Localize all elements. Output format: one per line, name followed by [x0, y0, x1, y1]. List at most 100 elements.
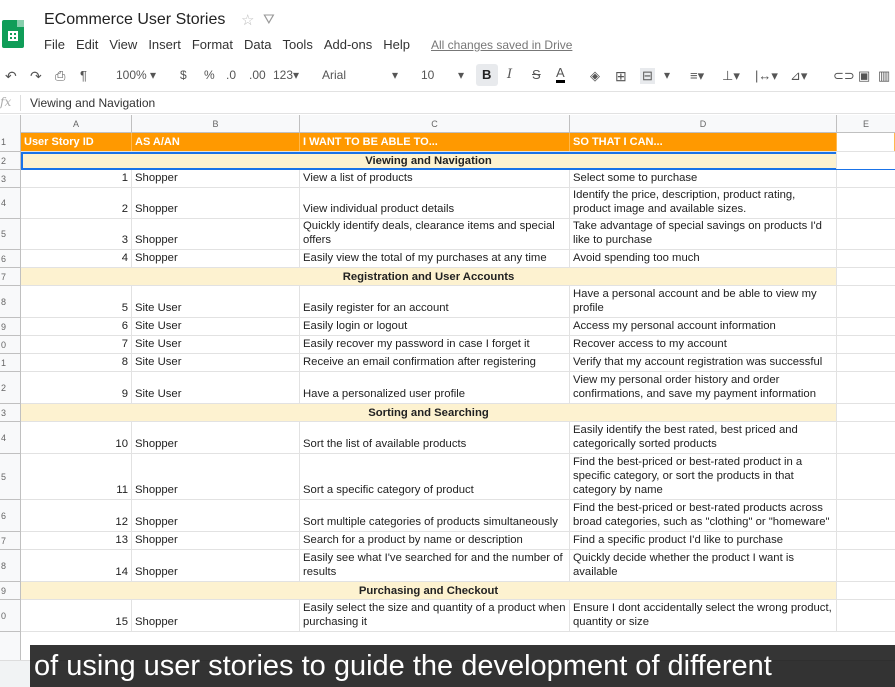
increase-decimal-button[interactable]: .00: [249, 68, 266, 82]
story-id-cell[interactable]: 14: [21, 550, 132, 581]
column-header-b[interactable]: B: [132, 115, 300, 133]
role-cell[interactable]: Shopper: [132, 250, 300, 267]
story-id-cell[interactable]: 9: [21, 372, 132, 403]
fill-color-icon[interactable]: ◈: [590, 68, 600, 84]
paint-format-icon[interactable]: ¶: [80, 68, 87, 83]
row-header[interactable]: 7: [0, 532, 21, 550]
want-cell[interactable]: Easily recover my password in case I for…: [300, 336, 570, 353]
text-rotation-icon[interactable]: ⊿▾: [790, 68, 807, 84]
decrease-decimal-button[interactable]: .0: [226, 68, 236, 82]
empty-cell[interactable]: [837, 550, 895, 581]
want-cell[interactable]: Receive an email confirmation after regi…: [300, 354, 570, 371]
row-header[interactable]: 6: [0, 500, 21, 532]
menu-help[interactable]: Help: [383, 37, 410, 52]
more-formats-select[interactable]: 123▾: [273, 68, 299, 82]
want-cell[interactable]: Quickly identify deals, clearance items …: [300, 219, 570, 249]
want-cell[interactable]: Have a personalized user profile: [300, 372, 570, 403]
role-cell[interactable]: Site User: [132, 354, 300, 371]
want-cell[interactable]: Search for a product by name or descript…: [300, 532, 570, 549]
story-id-cell[interactable]: 13: [21, 532, 132, 549]
story-id-cell[interactable]: 11: [21, 454, 132, 499]
want-cell[interactable]: Easily select the size and quantity of a…: [300, 600, 570, 631]
empty-cell[interactable]: [837, 188, 895, 218]
row-header[interactable]: 0: [0, 600, 21, 632]
chevron-down-icon[interactable]: ▾: [664, 68, 670, 82]
text-wrapping-icon[interactable]: |↔▾: [755, 68, 778, 84]
print-icon[interactable]: ⎙: [55, 68, 65, 84]
text-color-button[interactable]: A: [556, 66, 565, 83]
menu-view[interactable]: View: [109, 37, 137, 52]
percent-format-button[interactable]: %: [204, 68, 215, 82]
column-header-c[interactable]: C: [300, 115, 570, 133]
undo-icon[interactable]: ↶: [5, 68, 17, 85]
empty-cell[interactable]: [837, 133, 895, 151]
empty-cell[interactable]: [837, 219, 895, 249]
move-to-folder-icon[interactable]: ⛛: [263, 11, 275, 28]
empty-cell[interactable]: [837, 532, 895, 549]
benefit-cell[interactable]: Verify that my account registration was …: [570, 354, 837, 371]
merge-cells-icon[interactable]: ⊟: [640, 68, 655, 84]
row-header[interactable]: 3: [0, 170, 21, 188]
row-header[interactable]: 9: [0, 582, 21, 600]
want-cell[interactable]: Sort the list of available products: [300, 422, 570, 453]
row-header[interactable]: 4: [0, 422, 21, 454]
want-cell[interactable]: Easily see what I've searched for and th…: [300, 550, 570, 581]
benefit-cell[interactable]: Find the best-priced or best-rated produ…: [570, 500, 837, 531]
role-cell[interactable]: Shopper: [132, 170, 300, 187]
benefit-cell[interactable]: Have a personal account and be able to v…: [570, 286, 837, 317]
story-id-cell[interactable]: 2: [21, 188, 132, 218]
role-cell[interactable]: Site User: [132, 318, 300, 335]
vertical-align-icon[interactable]: ⊥▾: [722, 68, 740, 84]
insert-link-icon[interactable]: ⊂⊃: [833, 68, 855, 84]
menu-file[interactable]: File: [44, 37, 65, 52]
empty-cell[interactable]: [837, 454, 895, 499]
story-id-cell[interactable]: 1: [21, 170, 132, 187]
empty-cell[interactable]: [837, 250, 895, 267]
story-id-cell[interactable]: 8: [21, 354, 132, 371]
empty-cell[interactable]: [837, 170, 895, 187]
borders-icon[interactable]: ⊞: [615, 68, 627, 85]
header-as-a[interactable]: AS A/AN: [132, 133, 300, 151]
star-icon[interactable]: ☆: [241, 11, 254, 29]
want-cell[interactable]: View a list of products: [300, 170, 570, 187]
header-want[interactable]: I WANT TO BE ABLE TO...: [300, 133, 570, 151]
chevron-down-icon[interactable]: ▾: [458, 68, 464, 82]
row-header[interactable]: 6: [0, 250, 21, 268]
bold-button[interactable]: B: [482, 67, 491, 82]
role-cell[interactable]: Site User: [132, 286, 300, 317]
menu-edit[interactable]: Edit: [76, 37, 98, 52]
font-size-select[interactable]: 10: [421, 68, 434, 82]
menu-format[interactable]: Format: [192, 37, 233, 52]
horizontal-align-icon[interactable]: ≡▾: [690, 68, 704, 84]
empty-cell[interactable]: [837, 318, 895, 335]
empty-cell[interactable]: [837, 354, 895, 371]
menu-tools[interactable]: Tools: [282, 37, 312, 52]
italic-button[interactable]: I: [507, 67, 512, 82]
role-cell[interactable]: Shopper: [132, 219, 300, 249]
empty-cell[interactable]: [837, 422, 895, 453]
header-so-that[interactable]: SO THAT I CAN...: [570, 133, 837, 151]
empty-cell[interactable]: [837, 286, 895, 317]
role-cell[interactable]: Shopper: [132, 454, 300, 499]
story-id-cell[interactable]: 15: [21, 600, 132, 631]
want-cell[interactable]: Sort multiple categories of products sim…: [300, 500, 570, 531]
section-row[interactable]: Sorting and Searching: [21, 404, 895, 422]
row-header[interactable]: 4: [0, 188, 21, 219]
role-cell[interactable]: Shopper: [132, 550, 300, 581]
formula-input[interactable]: Viewing and Navigation: [30, 96, 155, 110]
story-id-cell[interactable]: 5: [21, 286, 132, 317]
row-header[interactable]: 3: [0, 404, 21, 422]
benefit-cell[interactable]: Identify the price, description, product…: [570, 188, 837, 218]
story-id-cell[interactable]: 12: [21, 500, 132, 531]
story-id-cell[interactable]: 3: [21, 219, 132, 249]
row-header[interactable]: 0: [0, 336, 21, 354]
benefit-cell[interactable]: Find a specific product I'd like to purc…: [570, 532, 837, 549]
header-user-story-id[interactable]: User Story ID: [21, 133, 132, 151]
role-cell[interactable]: Shopper: [132, 532, 300, 549]
role-cell[interactable]: Site User: [132, 336, 300, 353]
row-header[interactable]: 2: [0, 372, 21, 404]
benefit-cell[interactable]: Quickly decide whether the product I wan…: [570, 550, 837, 581]
row-header[interactable]: 8: [0, 286, 21, 318]
row-header[interactable]: 2: [0, 152, 21, 170]
menu-addons[interactable]: Add-ons: [324, 37, 372, 52]
